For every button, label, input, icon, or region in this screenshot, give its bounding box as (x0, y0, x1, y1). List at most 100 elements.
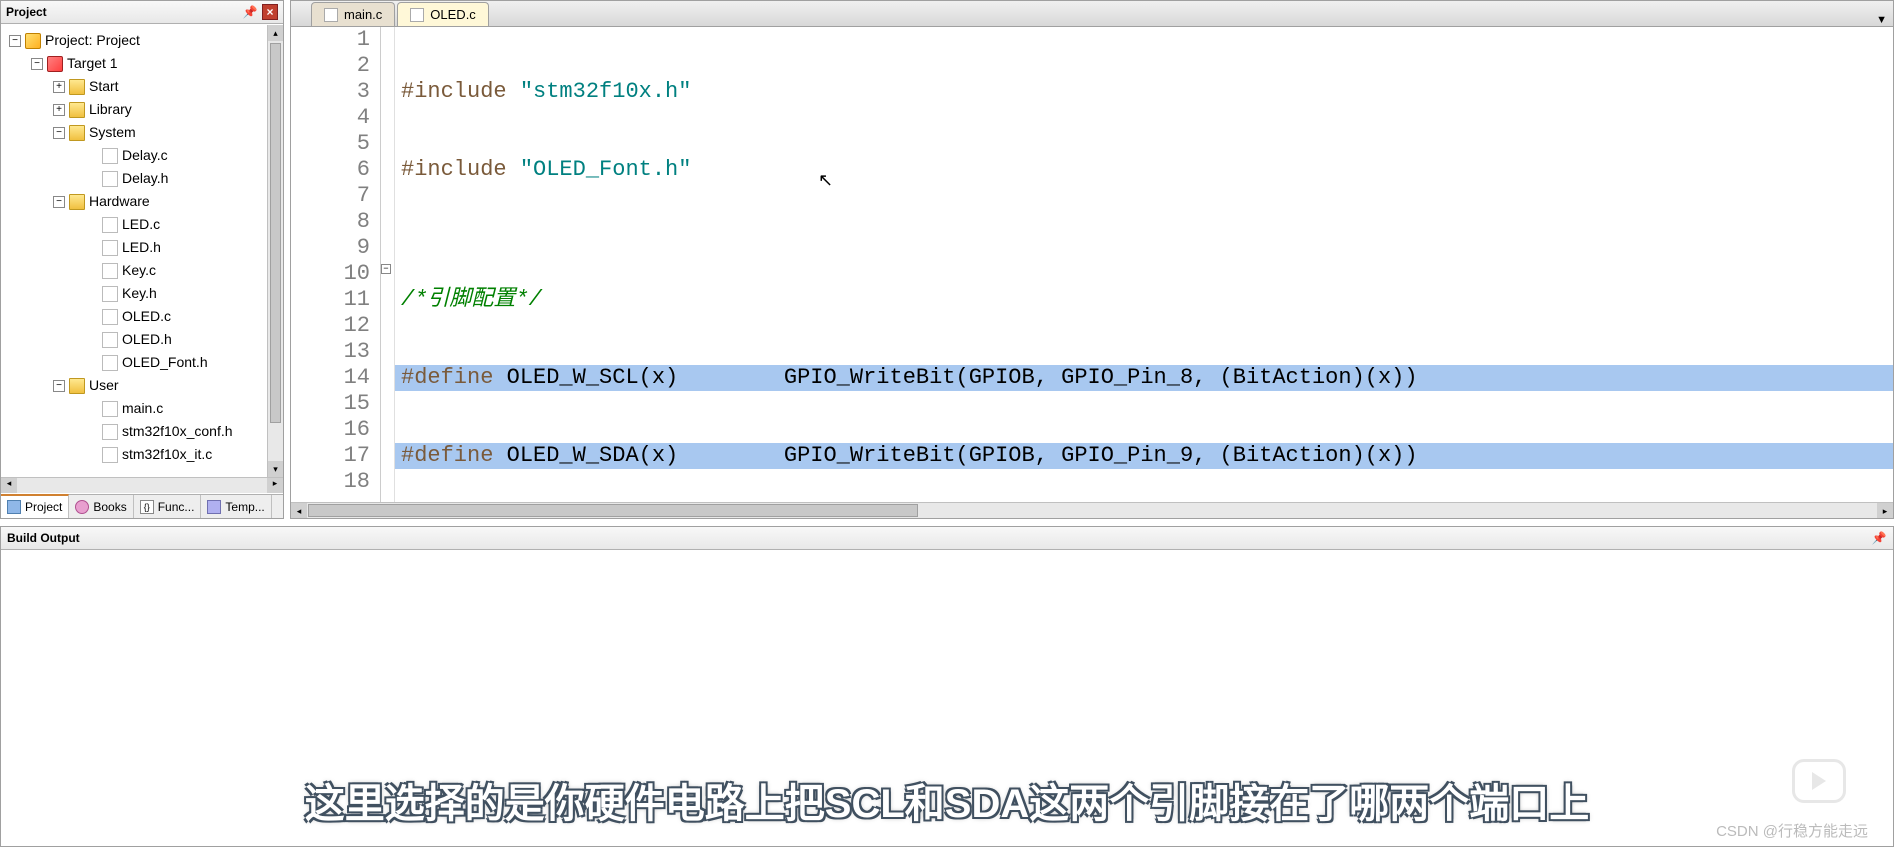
tree-folder-system[interactable]: − System (1, 121, 267, 144)
panel-tab-books[interactable]: Books (69, 495, 133, 518)
tree-file[interactable]: main.c (1, 397, 267, 420)
close-icon[interactable]: × (262, 4, 278, 20)
file-icon (324, 8, 338, 22)
project-tree[interactable]: −Project: Project − Target 1 +Start + Libr… (1, 25, 267, 477)
panel-tab-functions[interactable]: {}Func... (134, 495, 202, 518)
tree-label: System (89, 121, 136, 144)
file-icon (410, 8, 424, 22)
tree-label: stm32f10x_it.c (122, 443, 212, 466)
pin-icon[interactable]: 📌 (1871, 530, 1887, 546)
collapse-icon[interactable]: − (9, 35, 21, 47)
project-panel: Project 📌 × −Project: Project − Target 1 … (0, 0, 284, 519)
tree-label: Delay.c (122, 144, 168, 167)
pin-icon[interactable]: 📌 (242, 4, 258, 20)
collapse-icon[interactable]: − (53, 127, 65, 139)
scroll-right-icon[interactable]: ▸ (1877, 503, 1893, 518)
tree-label: LED.c (122, 213, 160, 236)
tree-file[interactable]: LED.h (1, 236, 267, 259)
build-output-titlebar: Build Output 📌 (1, 527, 1893, 550)
tree-label: Target 1 (67, 52, 118, 75)
folder-icon (69, 102, 85, 118)
expand-icon[interactable]: + (53, 81, 65, 93)
tree-vscrollbar[interactable]: ▴▾ (267, 25, 283, 477)
tree-root[interactable]: −Project: Project (1, 29, 267, 52)
tree-file[interactable]: stm32f10x_conf.h (1, 420, 267, 443)
tree-label: OLED.h (122, 328, 172, 351)
tree-file[interactable]: Key.c (1, 259, 267, 282)
tree-file[interactable]: Delay.c (1, 144, 267, 167)
build-output-title: Build Output (7, 531, 80, 545)
tree-file[interactable]: OLED.h (1, 328, 267, 351)
build-output-content[interactable] (1, 549, 1893, 846)
tree-file[interactable]: Delay.h (1, 167, 267, 190)
editor-tab-oled[interactable]: OLED.c (397, 2, 489, 26)
scrollbar-thumb[interactable] (270, 43, 281, 423)
editor-area: main.c OLED.c ▼ 123456789101112131415161… (290, 0, 1894, 519)
tab-label: Temp... (225, 500, 264, 514)
build-output-panel: Build Output 📌 (0, 526, 1894, 847)
folder-icon (69, 194, 85, 210)
scrollbar-thumb[interactable] (308, 504, 918, 517)
tree-folder-start[interactable]: +Start (1, 75, 267, 98)
file-icon (102, 309, 118, 325)
tree-label: Delay.h (122, 167, 168, 190)
fold-gutter[interactable]: − (381, 27, 395, 502)
watermark-text: CSDN @行稳方能走远 (1716, 820, 1868, 841)
panel-tab-project[interactable]: Project (1, 494, 69, 518)
folder-icon (69, 125, 85, 141)
project-panel-titlebar: Project 📌 × (1, 1, 283, 24)
folder-icon (69, 79, 85, 95)
tree-hscrollbar[interactable]: ◂▸ (1, 477, 283, 493)
tree-file[interactable]: Key.h (1, 282, 267, 305)
file-icon (102, 355, 118, 371)
editor-tab-main[interactable]: main.c (311, 2, 395, 26)
fold-toggle-icon[interactable]: − (381, 264, 391, 274)
tree-file[interactable]: OLED.c (1, 305, 267, 328)
tab-label: Books (93, 500, 126, 514)
tab-label: main.c (344, 7, 382, 22)
tree-folder-hardware[interactable]: − Hardware (1, 190, 267, 213)
tab-label: Project (25, 500, 62, 514)
panel-tab-templates[interactable]: Temp... (201, 495, 271, 518)
file-icon (102, 286, 118, 302)
file-icon (102, 401, 118, 417)
file-icon (102, 424, 118, 440)
expand-icon[interactable]: + (53, 104, 65, 116)
target-icon (47, 56, 63, 72)
collapse-icon[interactable]: − (31, 58, 43, 70)
file-icon (102, 447, 118, 463)
file-icon (102, 148, 118, 164)
file-icon (102, 263, 118, 279)
tree-label: Key.h (122, 282, 157, 305)
tree-label: main.c (122, 397, 163, 420)
functions-tab-icon: {} (140, 500, 154, 514)
file-icon (102, 217, 118, 233)
editor-hscrollbar[interactable]: ◂ ▸ (291, 502, 1893, 518)
tree-folder-library[interactable]: + Library (1, 98, 267, 121)
file-icon (102, 332, 118, 348)
tab-dropdown-icon[interactable]: ▼ (1876, 14, 1887, 26)
code-content[interactable]: #include "stm32f10x.h" #include "OLED_Fo… (395, 27, 1893, 502)
tree-folder-user[interactable]: − User (1, 374, 267, 397)
project-panel-title: Project (6, 5, 47, 19)
project-tab-icon (7, 500, 21, 514)
tree-label: Library (89, 98, 132, 121)
tree-file[interactable]: stm32f10x_it.c (1, 443, 267, 466)
folder-icon (69, 378, 85, 394)
tree-label: User (89, 374, 119, 397)
collapse-icon[interactable]: − (53, 196, 65, 208)
code-editor[interactable]: 123456789101112131415161718 − #include "… (291, 27, 1893, 502)
collapse-icon[interactable]: − (53, 380, 65, 392)
scroll-left-icon[interactable]: ◂ (291, 503, 307, 518)
video-watermark-logo (1792, 759, 1846, 803)
file-icon (102, 171, 118, 187)
tab-label: OLED.c (430, 7, 476, 22)
tree-file[interactable]: LED.c (1, 213, 267, 236)
templates-tab-icon (207, 500, 221, 514)
file-icon (102, 240, 118, 256)
tree-target[interactable]: − Target 1 (1, 52, 267, 75)
tree-label: OLED_Font.h (122, 351, 208, 374)
tree-label: stm32f10x_conf.h (122, 420, 233, 443)
tree-file[interactable]: OLED_Font.h (1, 351, 267, 374)
tree-label: Hardware (89, 190, 150, 213)
